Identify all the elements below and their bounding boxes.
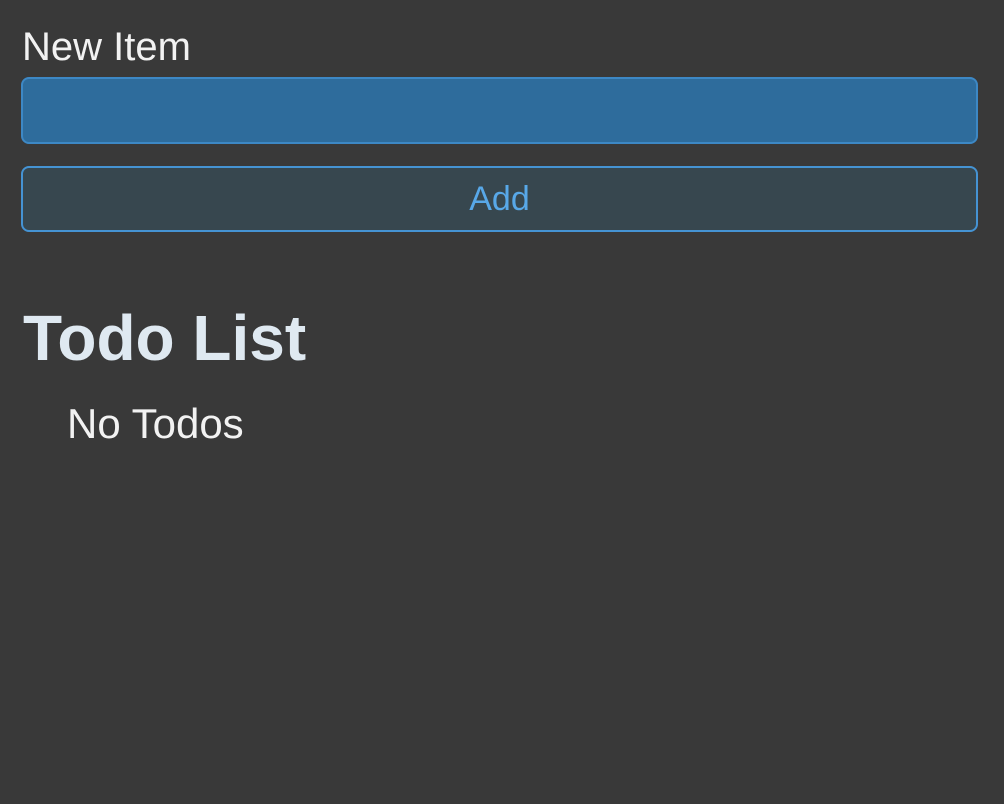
new-item-label: New Item bbox=[22, 25, 191, 69]
todo-app: New Item Add Todo List No Todos bbox=[0, 0, 1004, 804]
new-item-input[interactable] bbox=[21, 77, 978, 144]
todo-list-title: Todo List bbox=[23, 302, 307, 374]
empty-todos-message: No Todos bbox=[67, 400, 244, 447]
new-item-form: New Item Add bbox=[21, 22, 978, 232]
add-button[interactable]: Add bbox=[21, 166, 978, 232]
todo-list: No Todos bbox=[67, 398, 244, 450]
